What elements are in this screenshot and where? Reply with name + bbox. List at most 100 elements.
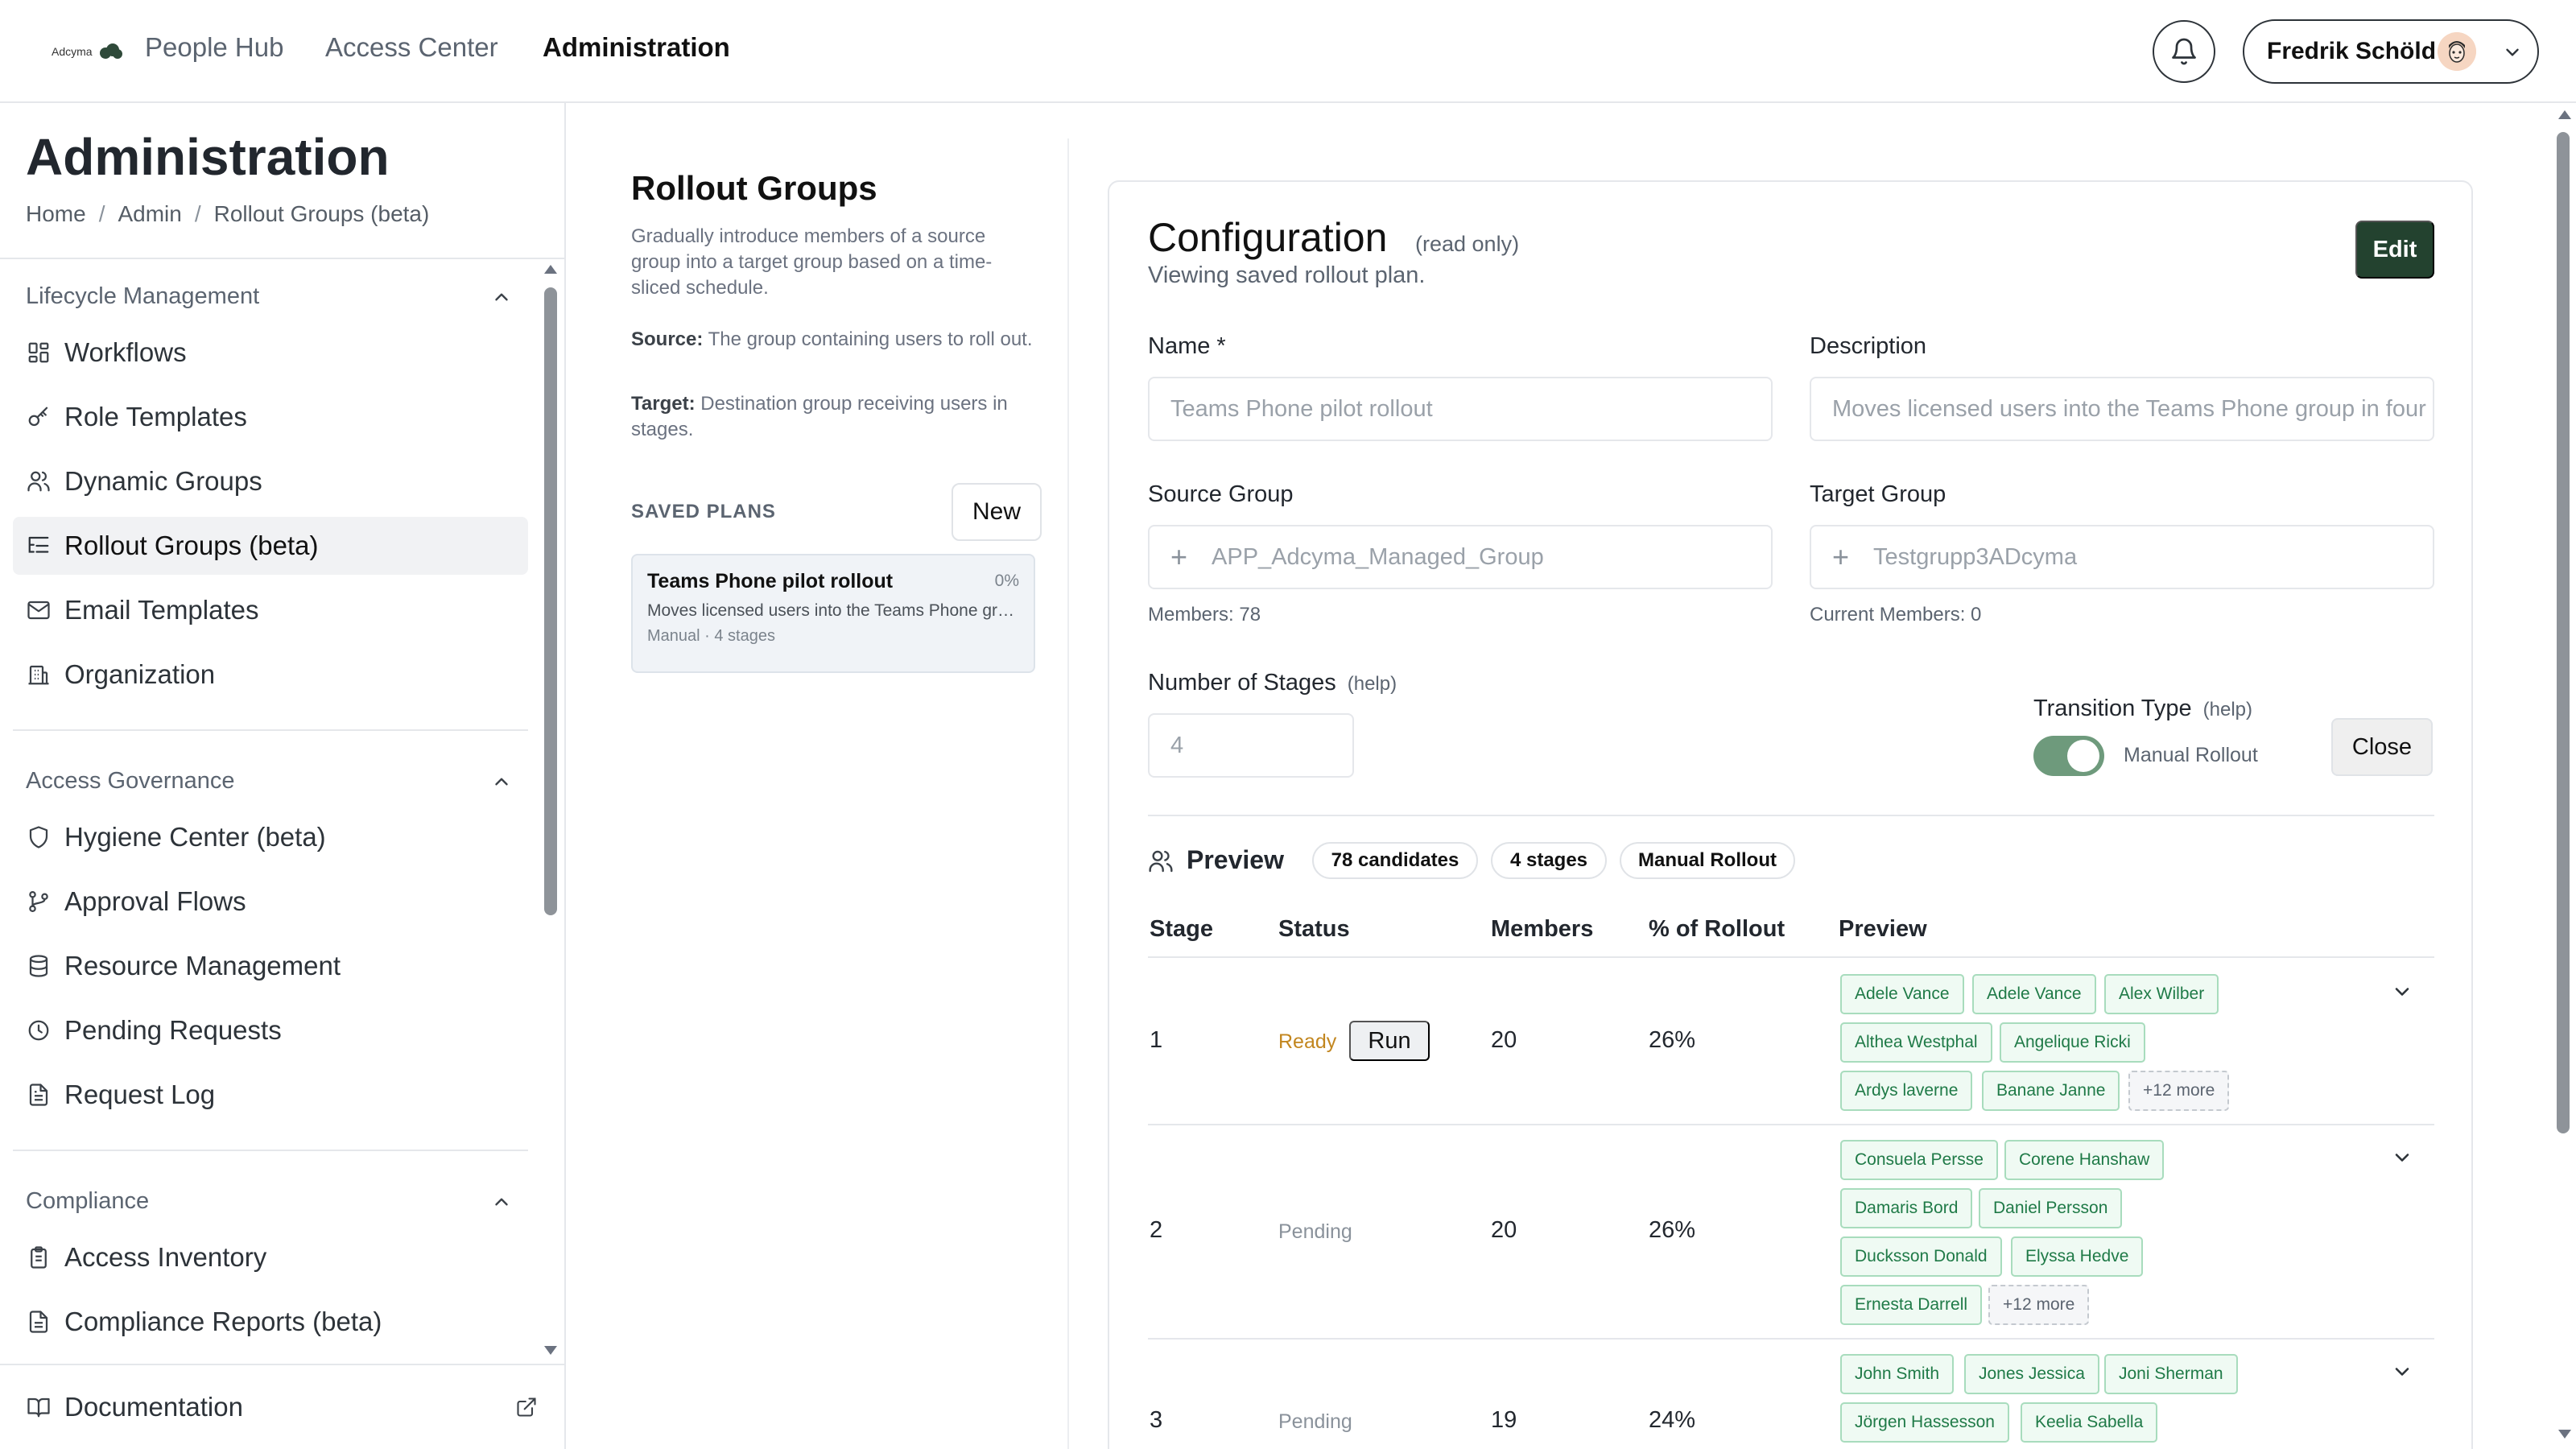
nav-administration[interactable]: Administration	[543, 32, 730, 63]
transition-toggle[interactable]	[2033, 736, 2104, 776]
member-tag: Angelique Ricki	[2000, 1022, 2145, 1063]
section-access-governance[interactable]: Access Governance	[26, 768, 235, 795]
page-scrollbar-thumb[interactable]	[2557, 132, 2570, 1133]
chevron-up-icon[interactable]	[491, 287, 512, 308]
stage-number: 2	[1150, 1217, 1163, 1243]
member-tag: Jörgen Hassesson	[1840, 1402, 2009, 1443]
nav-people-hub[interactable]: People Hub	[145, 32, 283, 63]
member-tag: Keelia Sabella	[2021, 1402, 2158, 1443]
user-name: Fredrik Schöld	[2267, 38, 2437, 64]
transition-help-link[interactable]: (help)	[2203, 699, 2252, 720]
new-plan-button[interactable]: New	[952, 483, 1042, 541]
column-header-stage: Stage	[1150, 916, 1213, 942]
file-text-icon	[26, 1309, 52, 1335]
notifications-button[interactable]	[2153, 20, 2215, 83]
scroll-up-arrow-icon[interactable]	[2557, 108, 2573, 121]
sidebar-scrollbar-thumb[interactable]	[544, 287, 557, 915]
sidebar-item-documentation[interactable]: Documentation	[13, 1378, 536, 1436]
sidebar-item-organization[interactable]: Organization	[13, 646, 528, 704]
source-members-count: Members: 78	[1148, 604, 1261, 625]
sidebar-item-request-log[interactable]: Request Log	[13, 1066, 528, 1124]
sidebar-item-rollout-groups[interactable]: Rollout Groups (beta)	[13, 517, 528, 575]
stages-field[interactable]: 4	[1148, 713, 1354, 778]
saved-plans-label: SAVED PLANS	[631, 501, 776, 522]
scroll-down-arrow-icon[interactable]	[2557, 1428, 2573, 1441]
member-tag: Daniel Persson	[1979, 1188, 2123, 1228]
building-icon	[26, 662, 52, 687]
stage-percent: 26%	[1649, 1027, 1696, 1053]
read-only-label: (read only)	[1415, 232, 1520, 256]
sidebar-item-compliance-reports[interactable]: Compliance Reports (beta)	[13, 1293, 528, 1351]
more-members-tag[interactable]: +12 more	[1988, 1285, 2090, 1325]
divider	[0, 258, 566, 259]
table-divider	[1148, 1338, 2434, 1340]
member-tag: Alex Wilber	[2104, 974, 2219, 1014]
more-members-tag[interactable]: +12 more	[2128, 1071, 2230, 1111]
close-button[interactable]: Close	[2331, 718, 2433, 776]
breadcrumb-admin[interactable]: Admin	[118, 201, 181, 227]
target-group-label: Target Group	[1810, 481, 1946, 507]
chevron-up-icon[interactable]	[491, 1191, 512, 1212]
user-menu-button[interactable]: Fredrik Schöld	[2243, 19, 2539, 84]
section-compliance[interactable]: Compliance	[26, 1188, 149, 1215]
run-stage-button[interactable]: Run	[1349, 1021, 1430, 1061]
sidebar-item-dynamic-groups[interactable]: Dynamic Groups	[13, 452, 528, 510]
users-icon	[1149, 850, 1173, 873]
column-header-members: Members	[1491, 916, 1594, 942]
member-tag: Althea Westphal	[1840, 1022, 1992, 1063]
saved-plan-card[interactable]: Teams Phone pilot rollout 0% Moves licen…	[631, 554, 1035, 673]
scroll-down-arrow-icon[interactable]	[543, 1344, 559, 1357]
breadcrumb-home[interactable]: Home	[26, 201, 86, 227]
target-group-field[interactable]: + Testgrupp3ADcyma	[1810, 525, 2434, 589]
status-badge: Ready	[1278, 1030, 1337, 1053]
chevron-down-icon[interactable]	[2391, 1360, 2413, 1383]
table-divider	[1148, 956, 2434, 958]
sidebar-item-role-templates[interactable]: Role Templates	[13, 388, 528, 446]
nav-access-center[interactable]: Access Center	[325, 32, 498, 63]
sidebar-item-label: Organization	[64, 659, 216, 689]
sidebar-item-label: Email Templates	[64, 595, 259, 625]
stage-members: 20	[1491, 1027, 1517, 1053]
member-tag: Adele Vance	[1972, 974, 2096, 1014]
source-group-field[interactable]: + APP_Adcyma_Managed_Group	[1148, 525, 1773, 589]
logo-text: Adcyma	[52, 45, 93, 58]
source-note: Source: The group containing users to ro…	[631, 327, 1034, 353]
breadcrumb-separator: /	[194, 201, 201, 226]
member-tag: Elyssa Hedve	[2011, 1236, 2144, 1277]
brand-logo[interactable]: Adcyma	[52, 39, 123, 64]
chevron-down-icon[interactable]	[2391, 980, 2413, 1003]
chevron-down-icon[interactable]	[2391, 1146, 2413, 1169]
stages-help-link[interactable]: (help)	[1348, 673, 1397, 695]
sidebar-item-label: Role Templates	[64, 402, 247, 431]
section-lifecycle-management[interactable]: Lifecycle Management	[26, 283, 259, 310]
sidebar-item-approval-flows[interactable]: Approval Flows	[13, 873, 528, 931]
member-tag: Jones Jessica	[1964, 1354, 2099, 1394]
stages-label-text: Number of Stages	[1148, 670, 1336, 696]
status-badge: Pending	[1278, 1410, 1352, 1433]
sidebar-item-hygiene-center[interactable]: Hygiene Center (beta)	[13, 808, 528, 866]
sidebar-item-label: Approval Flows	[64, 886, 246, 916]
sidebar-item-resource-management[interactable]: Resource Management	[13, 937, 528, 995]
shield-icon	[26, 824, 52, 850]
sidebar-item-label: Request Log	[64, 1080, 216, 1109]
sidebar-item-label: Access Inventory	[64, 1242, 267, 1272]
target-members-count: Current Members: 0	[1810, 604, 1982, 625]
sidebar-item-label: Hygiene Center (beta)	[64, 822, 326, 852]
external-link-icon	[517, 1397, 536, 1417]
column-header-preview: Preview	[1839, 916, 1927, 942]
edit-button[interactable]: Edit	[2355, 221, 2434, 279]
breadcrumb-current: Rollout Groups (beta)	[213, 201, 430, 226]
sidebar-item-email-templates[interactable]: Email Templates	[13, 581, 528, 639]
clock-icon	[26, 1018, 52, 1043]
sidebar-item-access-inventory[interactable]: Access Inventory	[13, 1228, 528, 1286]
stage-number: 3	[1150, 1407, 1163, 1433]
scroll-up-arrow-icon[interactable]	[543, 262, 559, 275]
member-tag: Adele Vance	[1840, 974, 1964, 1014]
sidebar-item-pending-requests[interactable]: Pending Requests	[13, 1001, 528, 1059]
chevron-up-icon[interactable]	[491, 771, 512, 792]
name-field[interactable]: Teams Phone pilot rollout	[1148, 377, 1773, 441]
sidebar-item-workflows[interactable]: Workflows	[13, 324, 528, 382]
description-field[interactable]: Moves licensed users into the Teams Phon…	[1810, 377, 2434, 441]
file-text-icon	[26, 1082, 52, 1108]
sidebar-item-label: Workflows	[64, 337, 187, 367]
